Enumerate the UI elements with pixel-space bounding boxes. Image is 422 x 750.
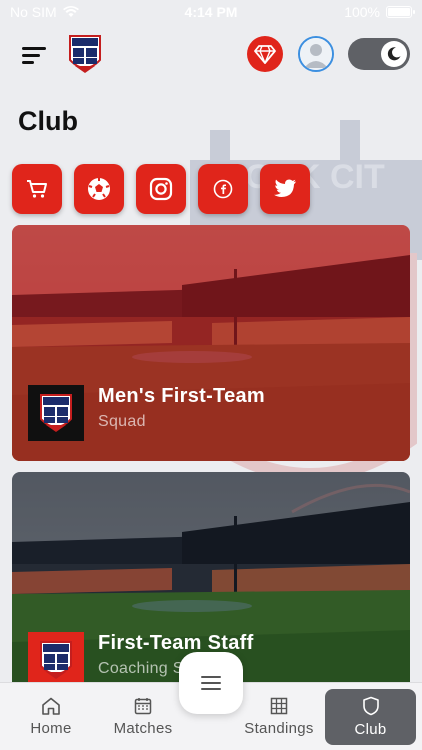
battery-icon bbox=[386, 6, 415, 18]
twitter-button[interactable] bbox=[260, 164, 310, 214]
card-subtitle: Squad bbox=[98, 413, 146, 430]
battery-status: 100% bbox=[344, 4, 415, 20]
mens-first-team-card[interactable]: Men's First-Team Squad bbox=[12, 225, 410, 461]
card-title: Men's First-Team bbox=[98, 385, 265, 407]
club-crest-icon bbox=[40, 394, 72, 432]
tab-club[interactable]: Club bbox=[325, 689, 416, 745]
toggle-knob bbox=[381, 41, 407, 67]
tab-home[interactable]: Home bbox=[8, 689, 94, 745]
facebook-icon bbox=[213, 179, 233, 199]
user-avatar-icon[interactable] bbox=[298, 36, 334, 72]
instagram-button[interactable] bbox=[136, 164, 186, 214]
card-crest bbox=[28, 385, 84, 441]
cart-icon bbox=[27, 180, 47, 198]
social-links bbox=[12, 164, 310, 214]
menu-fab-button[interactable] bbox=[179, 652, 243, 714]
menu-lines-icon bbox=[201, 676, 221, 690]
diamond-icon bbox=[254, 45, 276, 64]
calendar-icon bbox=[134, 698, 152, 715]
shield-icon bbox=[362, 696, 379, 716]
grid-icon bbox=[270, 697, 288, 715]
facebook-button[interactable] bbox=[198, 164, 248, 214]
hamburger-icon[interactable] bbox=[18, 42, 50, 68]
tab-label: Club bbox=[354, 721, 387, 738]
shop-button[interactable] bbox=[12, 164, 62, 214]
club-crest-icon bbox=[40, 641, 72, 679]
status-bar: No SIM 4:14 PM 100% bbox=[0, 0, 422, 24]
battery-percent: 100% bbox=[344, 4, 380, 20]
home-icon bbox=[42, 697, 60, 715]
moon-icon bbox=[387, 47, 401, 61]
card-crest bbox=[28, 632, 84, 688]
tab-label: Standings bbox=[244, 720, 314, 737]
football-button[interactable] bbox=[74, 164, 124, 214]
twitter-icon bbox=[274, 179, 296, 197]
tab-matches[interactable]: Matches bbox=[100, 689, 186, 745]
club-crest-icon[interactable] bbox=[68, 32, 102, 76]
tab-label: Matches bbox=[113, 720, 173, 737]
diamond-button[interactable] bbox=[247, 36, 283, 72]
theme-toggle[interactable] bbox=[348, 38, 410, 70]
card-title: First-Team Staff bbox=[98, 632, 254, 654]
top-bar bbox=[0, 30, 422, 80]
tab-standings[interactable]: Standings bbox=[236, 689, 322, 745]
instagram-icon bbox=[149, 177, 173, 201]
football-icon bbox=[88, 178, 110, 200]
avatar-image bbox=[300, 38, 332, 70]
tab-label: Home bbox=[30, 720, 72, 737]
page-title: Club bbox=[18, 106, 78, 136]
